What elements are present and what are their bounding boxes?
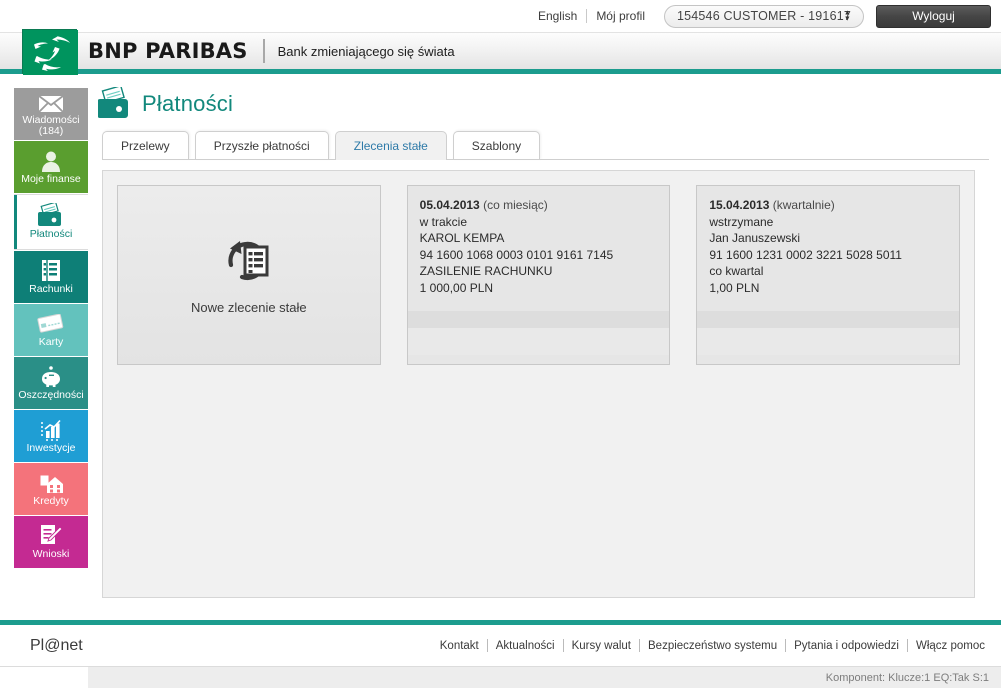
order-frequency: (co miesiąc) bbox=[483, 198, 548, 212]
sidebar-item-wnioski[interactable]: Wnioski bbox=[14, 516, 88, 568]
page-title-text: Płatności bbox=[142, 91, 234, 116]
footer-link-wlacz-pomoc[interactable]: Włącz pomoc bbox=[908, 640, 993, 652]
bar-chart-icon bbox=[39, 419, 64, 441]
header-accent-band-inner bbox=[0, 74, 1001, 76]
page-footer: Pl@net Kontakt Aktualności Kursy walut B… bbox=[0, 625, 1001, 667]
top-utility-bar: English Mój profil 154546 CUSTOMER - 191… bbox=[0, 0, 1001, 33]
sidebar-item-label: Wnioski bbox=[32, 547, 70, 560]
sidebar-item-wiadomosci[interactable]: Wiadomości (184) bbox=[14, 88, 88, 140]
logout-button-label: Wyloguj bbox=[912, 9, 955, 23]
logout-button[interactable]: Wyloguj bbox=[876, 4, 991, 28]
standing-order-card[interactable]: 05.04.2013 (co miesiąc) w trakcie KAROL … bbox=[406, 185, 671, 365]
sidebar-navigation: Wiadomości (184) Moje finanse Płatności … bbox=[14, 88, 88, 569]
status-bar: Komponent: Klucze:1 EQ:Tak S:1 bbox=[0, 667, 1001, 688]
standing-orders-list: Nowe zlecenie stałe 05.04.2013 (co miesi… bbox=[117, 185, 961, 365]
sidebar-item-label: Inwestycje bbox=[26, 441, 76, 454]
wallet-icon bbox=[97, 84, 132, 122]
sidebar-item-platnosci[interactable]: Płatności bbox=[14, 194, 88, 250]
recurring-document-icon bbox=[223, 235, 275, 286]
tab-zlecenia-stale[interactable]: Zlecenia stałe bbox=[334, 131, 447, 160]
order-card-band bbox=[697, 328, 960, 355]
sidebar-item-inwestycje[interactable]: Inwestycje bbox=[14, 410, 88, 462]
brand-name: BNP PARIBAS bbox=[88, 39, 248, 63]
tab-bar-rule bbox=[102, 159, 989, 160]
brand-tagline: Bank zmieniającego się świata bbox=[277, 43, 455, 59]
sidebar-item-badge: (184) bbox=[38, 125, 64, 137]
sidebar-item-karty[interactable]: Karty bbox=[14, 304, 88, 356]
main-content: Płatności Przelewy Przyszłe płatności Zl… bbox=[88, 78, 989, 616]
brand-divider bbox=[262, 39, 265, 63]
footer-links: Kontakt Aktualności Kursy walut Bezpiecz… bbox=[432, 639, 993, 652]
card-icon bbox=[37, 313, 65, 335]
new-standing-order-label: Nowe zlecenie stałe bbox=[191, 300, 307, 315]
sidebar-item-kredyty[interactable]: Kredyty bbox=[14, 463, 88, 515]
language-link[interactable]: English bbox=[529, 9, 586, 23]
order-status: wstrzymane bbox=[709, 214, 774, 229]
tab-przyszle-platnosci[interactable]: Przyszłe płatności bbox=[194, 131, 329, 160]
ledger-icon bbox=[41, 259, 61, 282]
sidebar-item-label: Kredyty bbox=[33, 494, 69, 507]
tab-przelewy[interactable]: Przelewy bbox=[102, 131, 189, 160]
order-amount: 1 000,00 PLN bbox=[419, 280, 494, 295]
form-pencil-icon bbox=[39, 524, 63, 547]
account-select-value: 154546 CUSTOMER - 191617 bbox=[676, 9, 852, 23]
profile-link[interactable]: Mój profil bbox=[587, 9, 654, 23]
brand-header: BNP PARIBAS Bank zmieniającego się świat… bbox=[0, 33, 1001, 69]
status-bar-left-filler bbox=[0, 667, 88, 688]
person-icon bbox=[40, 150, 62, 172]
footer-link-pytania[interactable]: Pytania i odpowiedzi bbox=[786, 640, 907, 652]
sidebar-item-label: Rachunki bbox=[29, 282, 73, 295]
application-window: English Mój profil 154546 CUSTOMER - 191… bbox=[0, 0, 1001, 688]
sidebar-item-label: Oszczędności bbox=[18, 388, 84, 401]
footer-link-kontakt[interactable]: Kontakt bbox=[432, 640, 487, 652]
house-icon bbox=[38, 472, 64, 494]
standing-orders-panel: Nowe zlecenie stałe 05.04.2013 (co miesi… bbox=[102, 170, 975, 598]
tab-label: Zlecenia stałe bbox=[353, 139, 428, 153]
order-date: 15.04.2013 bbox=[709, 198, 770, 212]
order-card-band bbox=[697, 311, 960, 328]
order-status: w trakcie bbox=[419, 214, 468, 229]
sidebar-item-moje-finanse[interactable]: Moje finanse bbox=[14, 141, 88, 193]
order-amount: 1,00 PLN bbox=[709, 280, 760, 295]
order-date: 05.04.2013 bbox=[419, 198, 480, 212]
account-select[interactable]: 154546 CUSTOMER - 191617 ▲ ▼ bbox=[664, 4, 864, 28]
wallet-icon bbox=[38, 202, 64, 227]
tab-szablony[interactable]: Szablony bbox=[452, 131, 541, 160]
sidebar-item-label: Moje finanse bbox=[21, 172, 81, 185]
sidebar-item-label: Karty bbox=[38, 335, 64, 348]
sidebar-item-oszczednosci[interactable]: Oszczędności bbox=[14, 357, 88, 409]
footer-link-aktualnosci[interactable]: Aktualności bbox=[488, 640, 563, 652]
tab-label: Przelewy bbox=[121, 139, 170, 153]
status-bar-text: Komponent: Klucze:1 EQ:Tak S:1 bbox=[825, 671, 989, 684]
footer-link-bezpieczenstwo[interactable]: Bezpieczeństwo systemu bbox=[640, 640, 785, 652]
bnp-paribas-logo bbox=[22, 29, 78, 75]
new-standing-order-card[interactable]: Nowe zlecenie stałe bbox=[117, 185, 381, 365]
tab-bar: Przelewy Przyszłe płatności Zlecenia sta… bbox=[102, 130, 989, 160]
page-title: Płatności bbox=[88, 78, 989, 122]
updown-arrows-icon: ▲ ▼ bbox=[843, 9, 851, 23]
sidebar-item-rachunki[interactable]: Rachunki bbox=[14, 251, 88, 303]
footer-link-kursy-walut[interactable]: Kursy walut bbox=[564, 640, 639, 652]
order-recipient: Jan Januszewski bbox=[709, 231, 801, 245]
order-date-row: 05.04.2013 (co miesiąc) bbox=[420, 197, 658, 214]
piggy-bank-icon bbox=[38, 365, 64, 388]
planet-logo: Pl@net bbox=[30, 636, 83, 654]
order-card-band bbox=[407, 328, 670, 355]
envelope-icon bbox=[38, 91, 64, 113]
tab-label: Przyszłe płatności bbox=[213, 139, 310, 153]
order-account-number: 91 1600 1231 0002 3221 5028 5011 bbox=[709, 247, 902, 262]
order-frequency: (kwartalnie) bbox=[772, 198, 835, 212]
order-title: ZASILENIE RACHUNKU bbox=[419, 264, 553, 278]
order-title: co kwartal bbox=[709, 264, 764, 278]
order-recipient: KAROL KEMPA bbox=[419, 231, 505, 245]
standing-order-card[interactable]: 15.04.2013 (kwartalnie) wstrzymane Jan J… bbox=[696, 185, 961, 365]
order-account-number: 94 1600 1068 0003 0101 9161 7145 bbox=[419, 247, 614, 262]
sidebar-item-label: Płatności bbox=[29, 227, 73, 240]
tab-label: Szablony bbox=[471, 139, 522, 153]
order-card-band bbox=[407, 311, 670, 328]
order-date-row: 15.04.2013 (kwartalnie) bbox=[709, 197, 947, 214]
